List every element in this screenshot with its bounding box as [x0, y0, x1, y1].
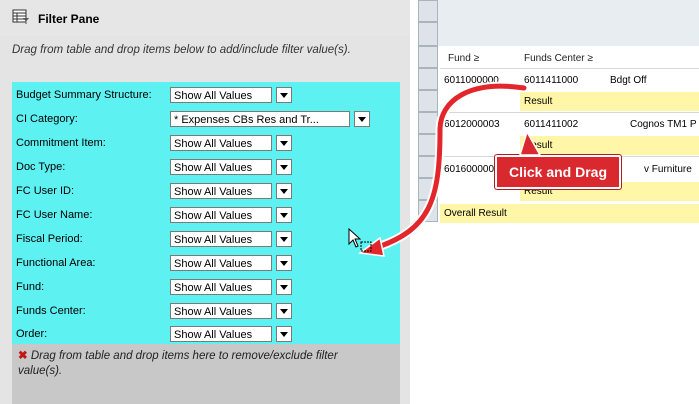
description-cell[interactable]: Bdgt Off	[606, 71, 699, 90]
filter-label: Fiscal Period:	[16, 233, 83, 245]
filter-row-commitment-item: Commitment Item: Show All Values	[16, 132, 396, 154]
fund-cell[interactable]: 6011000000	[440, 71, 520, 90]
row-header[interactable]	[418, 134, 438, 156]
filter-label: Order:	[16, 328, 48, 340]
filter-row-fund: Fund: Show All Values	[16, 276, 396, 298]
chevron-down-icon[interactable]	[276, 135, 292, 151]
filter-label: Funds Center:	[16, 305, 86, 317]
chevron-down-icon[interactable]	[276, 159, 292, 175]
click-and-drag-callout: Click and Drag	[495, 155, 621, 189]
chevron-down-icon[interactable]	[354, 111, 370, 127]
description-cell[interactable]: v Furniture	[640, 160, 699, 179]
filter-label: Budget Summary Structure:	[16, 89, 152, 101]
fund-cell[interactable]: 6012000003	[440, 115, 520, 134]
grid-toolbar-area	[418, 0, 699, 46]
close-icon: ✖	[18, 350, 28, 362]
filter-value-select[interactable]: Show All Values	[170, 279, 272, 295]
filter-value-select[interactable]: Show All Values	[170, 87, 272, 103]
filter-value-select[interactable]: Show All Values	[170, 207, 272, 223]
filter-row-functional-area: Functional Area: Show All Values	[16, 252, 396, 274]
filter-row-ci-category: CI Category: * Expenses CBs Res and Tr..…	[16, 108, 396, 130]
row-header[interactable]	[418, 156, 438, 178]
chevron-down-icon[interactable]	[276, 279, 292, 295]
row-header[interactable]	[418, 90, 438, 112]
filter-label: Fund:	[16, 281, 45, 293]
funds-center-cell[interactable]: 6011411000	[520, 71, 600, 90]
chevron-down-icon[interactable]	[276, 183, 292, 199]
row-header[interactable]	[418, 68, 438, 90]
filter-label: Doc Type:	[16, 161, 66, 173]
filter-row-doc-type: Doc Type: Show All Values	[16, 156, 396, 178]
filter-list: Budget Summary Structure: Show All Value…	[12, 82, 400, 344]
filter-value-select[interactable]: * Expenses CBs Res and Tr...	[170, 111, 350, 127]
filter-label: FC User ID:	[16, 185, 75, 197]
remove-filter-instruction-text: Drag from table and drop items here to r…	[18, 350, 338, 377]
chevron-down-icon[interactable]	[276, 207, 292, 223]
overall-result-row[interactable]: Overall Result	[440, 204, 699, 223]
filter-pane-title: Filter Pane	[38, 12, 100, 26]
filter-row-order: Order: Show All Values	[16, 323, 396, 345]
row-header[interactable]	[418, 46, 438, 68]
result-row[interactable]: Result	[520, 136, 699, 155]
chevron-down-icon[interactable]	[276, 87, 292, 103]
filter-value-select[interactable]: Show All Values	[170, 231, 272, 247]
filter-value-select[interactable]: Show All Values	[170, 303, 272, 319]
filter-value-select[interactable]: Show All Values	[170, 255, 272, 271]
description-cell[interactable]: Cognos TM1 P	[626, 115, 699, 134]
filter-icon	[12, 9, 30, 25]
filter-row-budget-summary-structure: Budget Summary Structure: Show All Value…	[16, 84, 396, 106]
filter-value-select[interactable]: Show All Values	[170, 183, 272, 199]
row-header[interactable]	[418, 112, 438, 134]
chevron-down-icon[interactable]	[276, 231, 292, 247]
filter-label: CI Category:	[16, 113, 78, 125]
filter-label: Commitment Item:	[16, 137, 106, 149]
filter-row-funds-center: Funds Center: Show All Values	[16, 300, 396, 322]
add-filter-instruction: Drag from table and drop items below to …	[12, 44, 351, 56]
filter-label: Functional Area:	[16, 257, 96, 269]
column-header-funds-center[interactable]: Funds Center ≥	[520, 49, 620, 68]
funds-center-cell[interactable]: 6011411002	[520, 115, 600, 134]
filter-label: FC User Name:	[16, 209, 93, 221]
row-header[interactable]	[418, 22, 438, 46]
remove-filter-instruction: ✖ Drag from table and drop items here to…	[18, 349, 378, 379]
row-header[interactable]	[418, 200, 438, 222]
filter-value-select[interactable]: Show All Values	[170, 159, 272, 175]
result-row[interactable]: Result	[520, 92, 699, 111]
filter-row-fc-user-name: FC User Name: Show All Values	[16, 204, 396, 226]
chevron-down-icon[interactable]	[276, 326, 292, 342]
filter-row-fc-user-id: FC User ID: Show All Values	[16, 180, 396, 202]
filter-value-select[interactable]: Show All Values	[170, 135, 272, 151]
chevron-down-icon[interactable]	[276, 255, 292, 271]
row-header[interactable]	[418, 178, 438, 200]
filter-row-fiscal-period: Fiscal Period: Show All Values	[16, 228, 396, 250]
chevron-down-icon[interactable]	[276, 303, 292, 319]
drag-cursor-icon	[347, 227, 375, 256]
filter-value-select[interactable]: Show All Values	[170, 326, 272, 342]
row-header[interactable]	[418, 0, 438, 22]
column-header-fund[interactable]: Fund ≥	[444, 49, 520, 68]
